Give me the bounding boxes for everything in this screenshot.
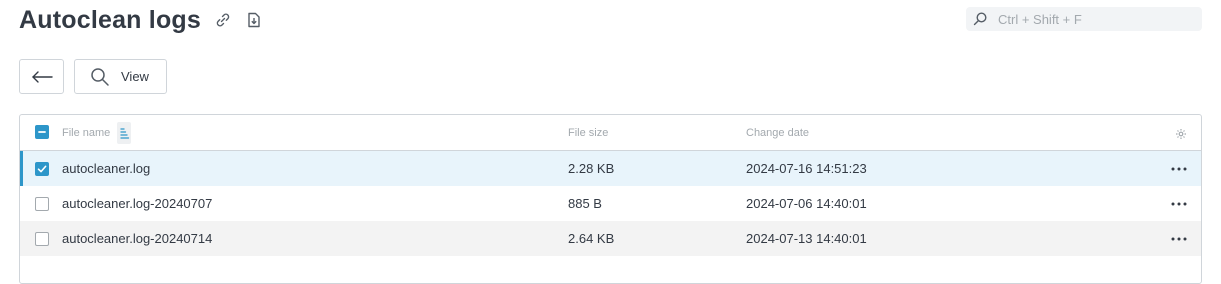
magnifier-icon [90,67,110,87]
select-all-checkbox[interactable] [35,125,49,139]
table-row[interactable]: autocleaner.log 2.28 KB 2024-07-16 14:51… [20,151,1201,186]
file-name: autocleaner.log-20240714 [62,231,213,246]
table-header: File name File size Change date [20,115,1201,151]
table-row[interactable]: autocleaner.log-20240714 2.64 KB 2024-07… [20,221,1201,256]
back-button[interactable] [19,59,64,94]
search-icon [972,11,988,27]
change-date: 2024-07-06 14:40:01 [746,196,867,211]
table-row[interactable]: autocleaner.log-20240707 885 B 2024-07-0… [20,186,1201,221]
file-table: File name File size Change date autoclea… [19,114,1202,284]
change-date: 2024-07-16 14:51:23 [746,161,867,176]
row-checkbox[interactable] [35,197,49,211]
search-box[interactable] [966,7,1202,31]
download-icon[interactable] [245,11,263,29]
page-title: Autoclean logs [19,6,201,34]
file-size: 885 B [568,196,602,211]
row-checkbox[interactable] [35,162,49,176]
arrow-left-icon [32,71,53,83]
more-options-icon[interactable] [1171,237,1187,241]
file-size: 2.64 KB [568,231,615,246]
row-checkbox[interactable] [35,232,49,246]
link-icon[interactable] [214,11,232,29]
more-options-icon[interactable] [1171,202,1187,206]
column-header-change-date[interactable]: Change date [746,126,809,140]
column-header-file-name[interactable]: File name [62,126,110,140]
change-date: 2024-07-13 14:40:01 [746,231,867,246]
more-options-icon[interactable] [1171,167,1187,171]
view-button[interactable]: View [74,59,167,94]
file-name: autocleaner.log-20240707 [62,196,213,211]
column-header-file-size[interactable]: File size [568,126,608,140]
file-size: 2.28 KB [568,161,615,176]
view-button-label: View [121,69,149,84]
gear-icon[interactable] [1175,127,1187,139]
file-name: autocleaner.log [62,161,151,176]
search-input[interactable] [998,7,1194,31]
sort-ascending-icon[interactable] [117,122,131,144]
